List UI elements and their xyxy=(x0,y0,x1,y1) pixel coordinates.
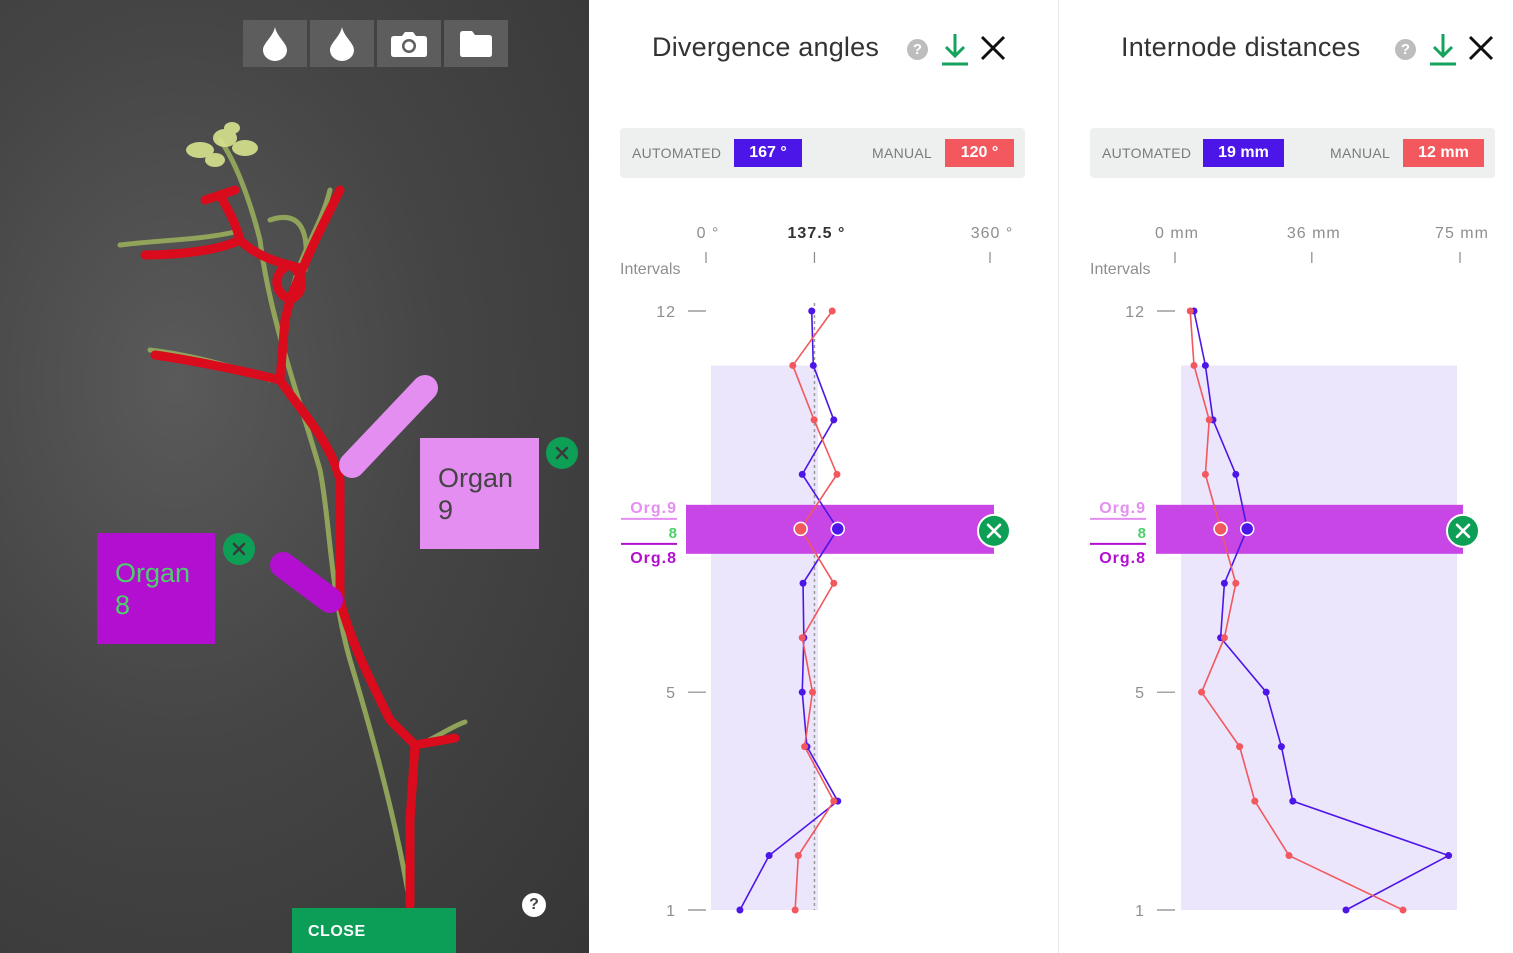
folder-button[interactable] xyxy=(444,20,508,67)
automated-point xyxy=(1289,797,1297,805)
manual-point xyxy=(1236,743,1244,751)
manual-point xyxy=(810,416,818,424)
y-tick-label: 1 xyxy=(1135,903,1145,920)
y-tick-label: 12 xyxy=(1125,304,1145,321)
automated-point xyxy=(1445,852,1453,860)
manual-point xyxy=(789,361,797,369)
x-tick-label: 360 ° xyxy=(971,225,1014,242)
manual-point xyxy=(1190,361,1198,369)
manual-point xyxy=(1198,688,1206,696)
internode-chart[interactable]: 0 mm 36 mm 75 mm Intervals 1 5 12 Org.9 8 Org.8 xyxy=(1059,0,1513,953)
manual-point xyxy=(830,797,838,805)
automated-point xyxy=(830,416,838,424)
droplet-icon xyxy=(330,26,354,61)
x-tick-label: 0 mm xyxy=(1155,225,1199,242)
remove-selection-button[interactable] xyxy=(977,513,1011,548)
automated-point xyxy=(736,906,744,914)
manual-point xyxy=(791,906,799,914)
manual-point xyxy=(828,307,836,315)
automated-point xyxy=(1220,579,1228,587)
manual-point xyxy=(1232,579,1240,587)
manual-point xyxy=(1220,634,1228,642)
automated-point xyxy=(1342,906,1350,914)
internode-distances-panel: Internode distances ? AUTOMATED 19 mm MA… xyxy=(1058,0,1513,953)
manual-point xyxy=(833,470,841,478)
automated-point xyxy=(830,521,845,537)
camera-button[interactable] xyxy=(377,20,441,67)
divergence-angles-panel: Divergence angles ? AUTOMATED 167 ° MANU… xyxy=(590,0,1050,953)
selection-bottom-label: Org.8 xyxy=(630,550,677,567)
manual-point xyxy=(830,579,838,587)
droplet-button-2[interactable] xyxy=(310,20,374,67)
manual-point xyxy=(798,634,806,642)
x-tick-label: 0 ° xyxy=(697,225,720,242)
automated-point xyxy=(1262,688,1270,696)
selection-mid-label: 8 xyxy=(1138,525,1146,542)
folder-icon xyxy=(460,30,492,57)
y-tick-label: 12 xyxy=(656,304,676,321)
remove-organ-8-button[interactable] xyxy=(223,533,255,565)
divergence-chart[interactable]: 0 ° 137.5 ° 360 ° Intervals 1 5 12 Org.9 8 Org.8 xyxy=(590,0,1050,953)
automated-point xyxy=(808,307,816,315)
x-tick-label: 36 mm xyxy=(1287,225,1341,242)
manual-point xyxy=(809,688,816,696)
automated-point xyxy=(765,852,773,860)
automated-point xyxy=(798,688,806,696)
automated-point xyxy=(1201,361,1209,369)
automated-point xyxy=(1232,470,1240,478)
remove-selection-button[interactable] xyxy=(1446,513,1480,548)
close-icon xyxy=(232,542,246,556)
x-tick-label: 137.5 ° xyxy=(788,225,846,242)
close-icon xyxy=(555,446,569,460)
automated-point xyxy=(798,470,806,478)
selection-mid-label: 8 xyxy=(669,525,677,542)
y-tick-label: 1 xyxy=(666,903,676,920)
y-axis-title: Intervals xyxy=(620,261,680,278)
y-tick-label: 5 xyxy=(666,685,676,702)
selection-bottom-label: Org.8 xyxy=(1099,550,1146,567)
camera-icon xyxy=(391,31,427,57)
manual-point xyxy=(793,521,808,537)
organ-9-label[interactable]: Organ 9 xyxy=(420,438,539,549)
selection-top-label: Org.9 xyxy=(1099,500,1146,517)
manual-point xyxy=(1186,307,1194,315)
remove-organ-9-button[interactable] xyxy=(546,437,578,469)
droplet-icon xyxy=(263,26,287,61)
organ-8-label[interactable]: Organ 8 xyxy=(97,533,215,644)
plant-photo-panel[interactable]: Organ 8 Organ 9 CLOSE ? xyxy=(0,0,589,953)
automated-point xyxy=(1239,521,1255,537)
x-tick-label: 75 mm xyxy=(1435,225,1489,242)
manual-point xyxy=(1201,470,1209,478)
manual-point xyxy=(1251,797,1259,805)
manual-point xyxy=(794,852,802,860)
close-button[interactable]: CLOSE xyxy=(292,908,456,953)
y-axis-title: Intervals xyxy=(1090,261,1150,278)
automated-point xyxy=(799,579,807,587)
automated-point xyxy=(809,361,817,369)
manual-point xyxy=(1213,521,1228,537)
manual-point xyxy=(1205,416,1213,424)
selection-top-label: Org.9 xyxy=(630,500,677,517)
manual-point xyxy=(1399,906,1407,914)
y-tick-label: 5 xyxy=(1135,685,1145,702)
manual-point xyxy=(801,743,809,751)
droplet-button[interactable] xyxy=(243,20,307,67)
help-icon[interactable]: ? xyxy=(522,893,546,917)
manual-point xyxy=(1285,852,1293,860)
automated-point xyxy=(1277,743,1285,751)
photo-toolbar xyxy=(243,20,508,67)
selected-interval-bar xyxy=(1156,504,1463,554)
